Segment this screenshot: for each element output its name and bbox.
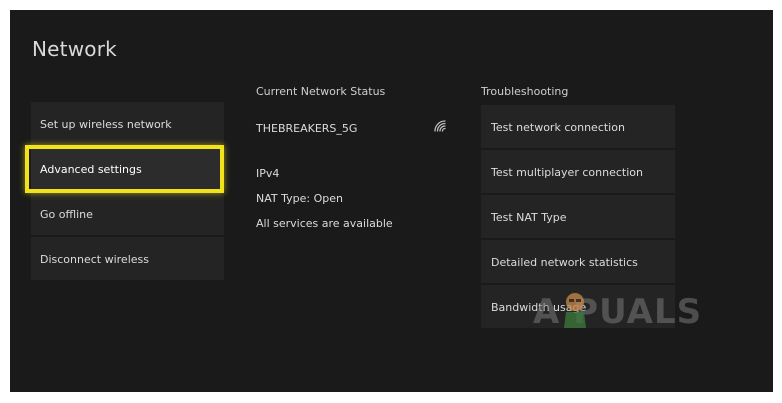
- network-name: THEBREAKERS_5G: [256, 122, 358, 135]
- menu-item-go-offline[interactable]: Go offline: [31, 192, 224, 235]
- troubleshooting-panel: Troubleshooting Test network connection …: [481, 85, 675, 328]
- network-settings-screen: Network Set up wireless network Advanced…: [10, 10, 773, 392]
- wifi-signal-icon: [434, 120, 446, 132]
- menu-item-disconnect-wireless[interactable]: Disconnect wireless: [31, 237, 224, 280]
- status-heading: Current Network Status: [256, 85, 386, 98]
- detailed-network-statistics-button[interactable]: Detailed network statistics: [481, 240, 675, 283]
- network-status-panel: Current Network Status THEBREAKERS_5G IP…: [256, 85, 456, 230]
- test-nat-type-button[interactable]: Test NAT Type: [481, 195, 675, 238]
- page-title: Network: [32, 37, 117, 61]
- trouble-item-label: Test network connection: [491, 121, 625, 134]
- test-network-connection-button[interactable]: Test network connection: [481, 105, 675, 148]
- ip-version: IPv4: [256, 167, 280, 180]
- nat-type: NAT Type: Open: [256, 192, 343, 205]
- menu-item-label: Go offline: [40, 208, 93, 221]
- trouble-item-label: Test NAT Type: [491, 211, 567, 224]
- menu-item-label: Advanced settings: [40, 163, 142, 176]
- services-status: All services are available: [256, 217, 393, 230]
- left-menu: Set up wireless network Advanced setting…: [31, 102, 224, 282]
- menu-item-label: Disconnect wireless: [40, 253, 149, 266]
- troubleshooting-heading: Troubleshooting: [481, 85, 569, 98]
- menu-item-setup-wireless[interactable]: Set up wireless network: [31, 102, 224, 145]
- trouble-item-label: Test multiplayer connection: [491, 166, 643, 179]
- test-multiplayer-connection-button[interactable]: Test multiplayer connection: [481, 150, 675, 193]
- mascot-icon: [564, 292, 586, 328]
- menu-item-advanced-settings[interactable]: Advanced settings: [31, 147, 224, 190]
- trouble-item-label: Detailed network statistics: [491, 256, 638, 269]
- menu-item-label: Set up wireless network: [40, 118, 172, 131]
